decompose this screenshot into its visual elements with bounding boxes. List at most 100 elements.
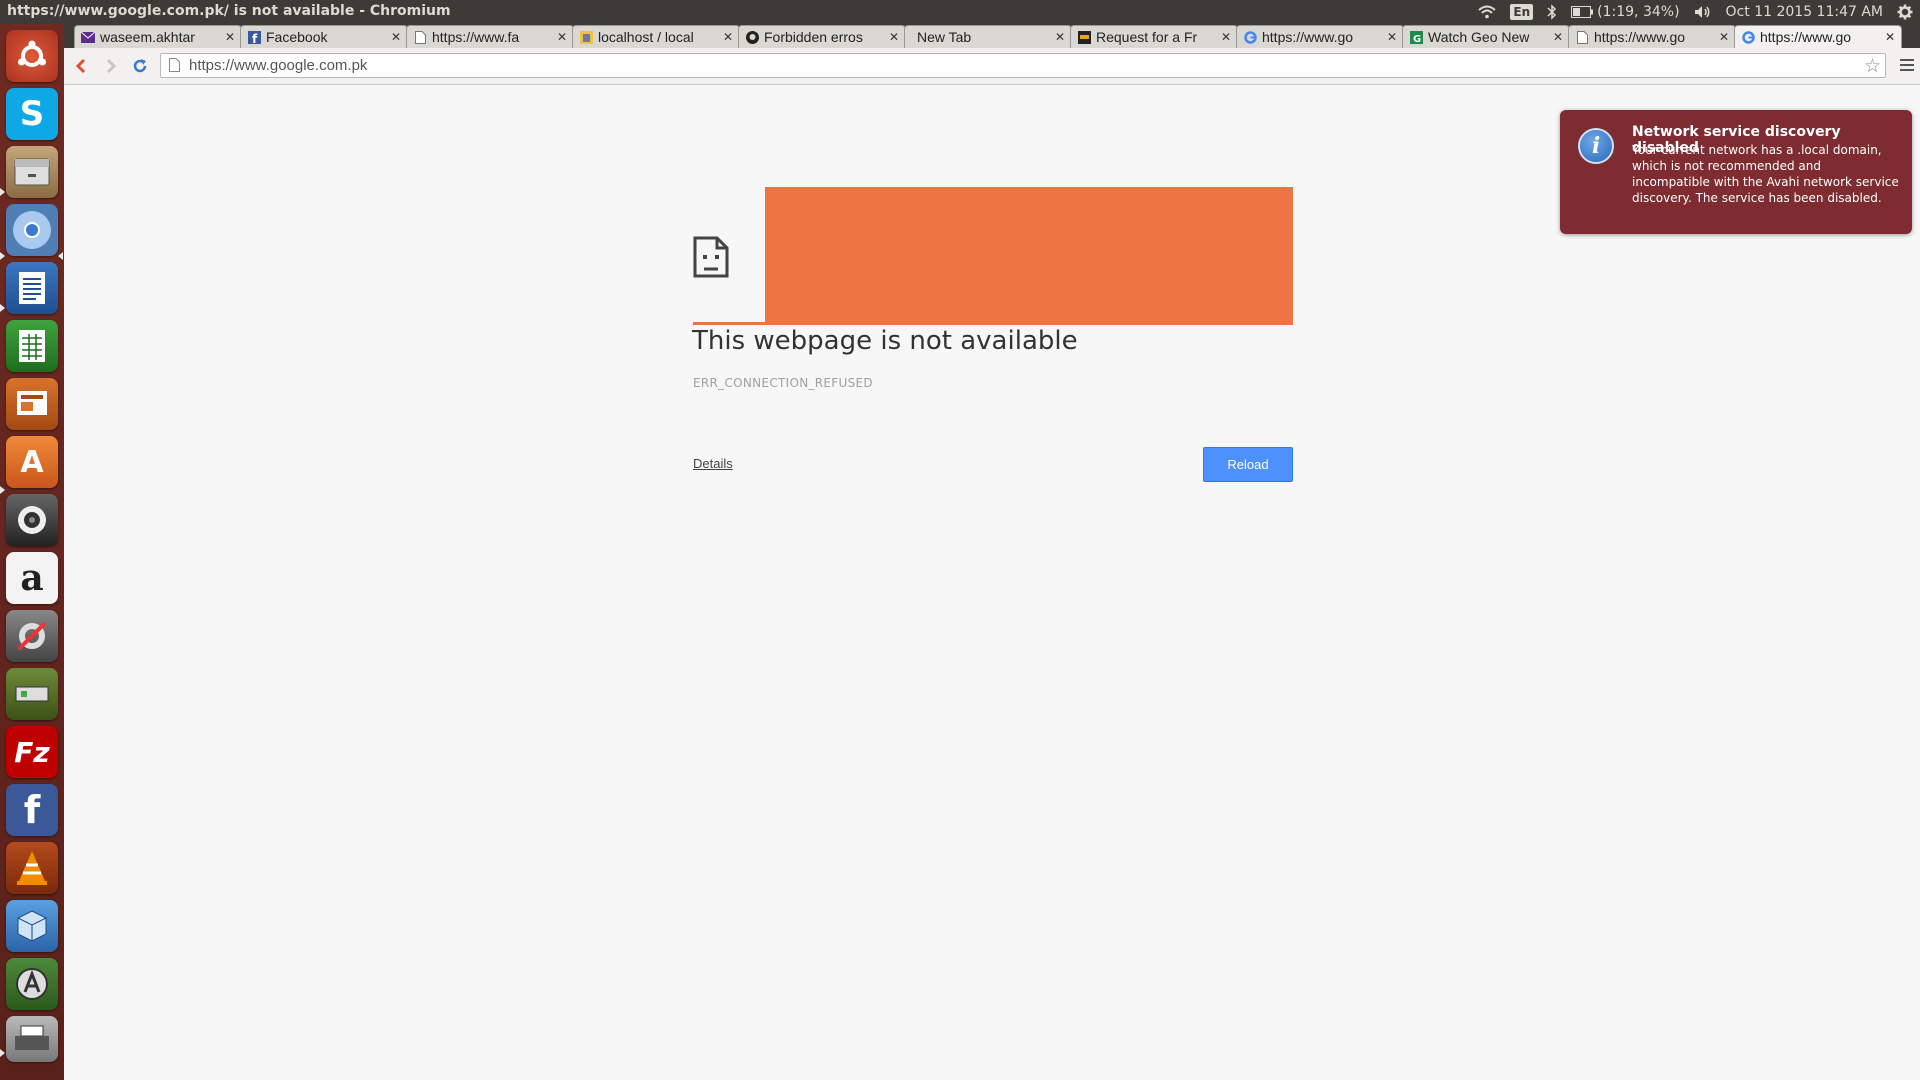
close-icon[interactable]: ✕ (1055, 30, 1065, 44)
info-icon: i (1578, 128, 1614, 164)
close-icon[interactable]: ✕ (1885, 30, 1895, 44)
tab-label: Request for a Fr (1096, 29, 1198, 45)
tab-label: Watch Geo New (1428, 29, 1530, 45)
reload-toolbar-button[interactable] (131, 57, 149, 75)
details-link[interactable]: Details (693, 456, 733, 471)
skype-icon[interactable]: S (6, 88, 58, 140)
facebook-icon[interactable]: f (6, 784, 58, 836)
close-icon[interactable]: ✕ (723, 30, 733, 44)
system-tray: En (1:19, 34%) Oct 11 2015 11:47 AM (1471, 0, 1920, 24)
sad-page-icon (693, 236, 729, 278)
google-icon (1243, 30, 1257, 44)
close-icon[interactable]: ✕ (889, 30, 899, 44)
tab-request[interactable]: Request for a Fr ✕ (1070, 25, 1238, 48)
webcam-icon[interactable] (6, 494, 58, 546)
clock[interactable]: Oct 11 2015 11:47 AM (1719, 0, 1890, 24)
virtualbox-icon[interactable] (6, 900, 58, 952)
tab-strip: waseem.akhtar ✕ f Facebook ✕ https://www… (64, 24, 1920, 48)
close-icon[interactable]: ✕ (391, 30, 401, 44)
tab-new-tab[interactable]: New Tab ✕ (904, 25, 1072, 48)
running-indicator (0, 252, 5, 260)
top-panel: https://www.google.com.pk/ is not availa… (0, 0, 1920, 24)
volume-icon[interactable] (1687, 0, 1719, 24)
error-title: This webpage is not available (692, 326, 1078, 356)
wifi-icon[interactable] (1471, 0, 1503, 24)
page-icon (1575, 30, 1589, 44)
launcher: S A a Fz f (0, 24, 65, 1080)
running-indicator (0, 1049, 5, 1057)
tab-label: https://www.go (1594, 29, 1686, 45)
bookmark-star-icon[interactable]: ☆ (1864, 55, 1881, 78)
address-bar[interactable]: https://www.google.com.pk ☆ (160, 53, 1886, 78)
libreoffice-calc-icon[interactable] (6, 320, 58, 372)
tab-https-fa[interactable]: https://www.fa ✕ (406, 25, 574, 48)
session-gear-icon[interactable] (1890, 0, 1920, 24)
close-icon[interactable]: ✕ (557, 30, 567, 44)
mail-icon (81, 30, 95, 44)
error-code: ERR_CONNECTION_REFUSED (693, 376, 873, 390)
bluetooth-icon[interactable] (1540, 0, 1564, 24)
system-settings-icon[interactable] (6, 610, 58, 662)
svg-text:G: G (1413, 34, 1421, 44)
facebook-icon: f (247, 30, 261, 44)
forward-button[interactable] (102, 57, 120, 75)
page-icon (413, 30, 427, 44)
accent-underline (693, 322, 765, 325)
tab-google-1[interactable]: https://www.go ✕ (1236, 25, 1404, 48)
amazon-icon[interactable]: a (6, 552, 58, 604)
software-center-icon[interactable]: A (6, 436, 58, 488)
chromium-icon[interactable] (6, 204, 58, 256)
notification-body: Your current network has a .local domain… (1632, 143, 1899, 205)
software-updater-icon[interactable] (6, 958, 58, 1010)
focused-indicator (58, 252, 63, 260)
tab-google-active[interactable]: https://www.go ✕ (1734, 25, 1902, 48)
close-icon[interactable]: ✕ (1387, 30, 1397, 44)
svg-text:f: f (252, 32, 258, 44)
network-tool-icon[interactable] (6, 668, 58, 720)
phpmyadmin-icon (579, 30, 593, 44)
libreoffice-writer-icon[interactable] (6, 262, 58, 314)
github-icon (745, 30, 759, 44)
back-button[interactable] (72, 57, 90, 75)
page-content: This webpage is not available ERR_CONNEC… (64, 85, 1920, 1080)
running-indicator (0, 188, 5, 196)
libreoffice-impress-icon[interactable] (6, 378, 58, 430)
tab-label: waseem.akhtar (100, 29, 195, 45)
menu-icon[interactable] (1900, 59, 1914, 74)
window-title: https://www.google.com.pk/ is not availa… (7, 3, 451, 19)
url-text: https://www.google.com.pk (189, 57, 368, 74)
tab-localhost[interactable]: localhost / local ✕ (572, 25, 740, 48)
files-icon[interactable] (6, 146, 58, 198)
vlc-icon[interactable] (6, 842, 58, 894)
keyboard-layout-label: En (1510, 4, 1534, 20)
tab-label: Forbidden erros (764, 29, 863, 45)
keyboard-layout-indicator[interactable]: En (1503, 0, 1540, 24)
running-indicator (0, 486, 5, 494)
back-arrow-icon (75, 58, 86, 74)
running-indicator (0, 304, 5, 312)
redaction-block (765, 187, 1293, 325)
battery-indicator[interactable]: (1:19, 34%) (1564, 0, 1686, 24)
close-icon[interactable]: ✕ (1221, 30, 1231, 44)
tab-label: https://www.fa (432, 29, 520, 45)
browser-toolbar: https://www.google.com.pk ☆ (64, 48, 1920, 85)
close-icon[interactable]: ✕ (1553, 30, 1563, 44)
tab-gmail[interactable]: waseem.akhtar ✕ (74, 25, 242, 48)
close-icon[interactable]: ✕ (225, 30, 235, 44)
reload-button[interactable]: Reload (1203, 447, 1293, 482)
printer-icon[interactable] (6, 1016, 58, 1062)
forward-arrow-icon (106, 58, 117, 74)
close-icon[interactable]: ✕ (1719, 30, 1729, 44)
site-icon (1077, 30, 1091, 44)
tab-label: New Tab (917, 29, 972, 45)
tab-geo-news[interactable]: G Watch Geo New ✕ (1402, 25, 1570, 48)
notification-bubble: i Network service discovery disabled You… (1560, 110, 1912, 234)
dash-icon[interactable] (6, 30, 58, 82)
tab-label: https://www.go (1760, 29, 1852, 45)
filezilla-icon[interactable]: Fz (6, 726, 58, 778)
tab-github[interactable]: Forbidden erros ✕ (738, 25, 906, 48)
tab-https-go[interactable]: https://www.go ✕ (1568, 25, 1736, 48)
geo-icon: G (1409, 30, 1423, 44)
tab-facebook[interactable]: f Facebook ✕ (240, 25, 408, 48)
reload-icon (133, 59, 147, 73)
